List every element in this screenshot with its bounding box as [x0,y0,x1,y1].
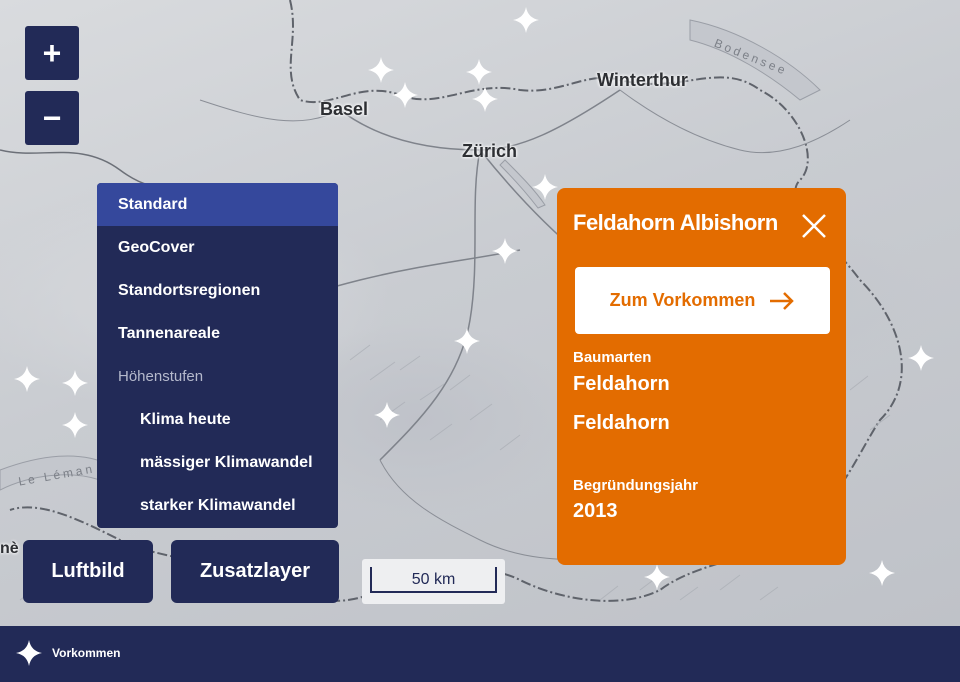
occurrence-marker[interactable] [12,364,42,394]
occurrence-marker[interactable] [470,84,500,114]
zoom-in-button[interactable]: + [25,26,79,80]
city-label-partial: nè [0,540,19,557]
close-icon[interactable] [800,212,828,240]
species-value: Feldahorn [573,412,670,434]
layer-item-tannenareale[interactable]: Tannenareale [97,312,338,355]
sparkle-star-icon [16,640,42,666]
occurrence-marker[interactable] [530,172,560,202]
legend-bar: Vorkommen [0,626,960,682]
extra-layers-button[interactable]: Zusatzlayer [171,540,339,603]
city-label-basel: Basel [320,99,369,119]
layer-item-geocover[interactable]: GeoCover [97,226,338,269]
aerial-view-button[interactable]: Luftbild [23,540,153,603]
layer-item-standortsregionen[interactable]: Standortsregionen [97,269,338,312]
scale-label: 50 km [411,571,456,588]
goto-occurrence-label: Zum Vorkommen [609,290,756,310]
occurrence-popup: Feldahorn Albishorn Zum Vorkommen Baumar… [557,188,846,565]
layer-menu: Standard GeoCover Standortsregionen Tann… [97,183,338,528]
legend-label: Vorkommen [52,646,121,660]
occurrence-marker[interactable] [390,80,420,110]
layer-item-klima-heute[interactable]: Klima heute [97,398,338,441]
species-value: Feldahorn [573,373,670,395]
species-label: Baumarten [573,349,652,366]
arrow-right-icon [770,291,795,310]
city-label-zurich: Zürich [462,141,518,161]
occurrence-marker[interactable] [906,343,936,373]
occurrence-marker[interactable] [372,400,402,430]
occurrence-marker[interactable] [60,368,90,398]
zoom-out-button[interactable]: − [25,91,79,145]
layer-item-standard[interactable]: Standard [97,183,338,226]
year-label: Begründungsjahr [573,477,699,494]
occurrence-marker[interactable] [464,57,494,87]
occurrence-marker[interactable] [867,558,897,588]
layer-group-hoehenstufen: Höhenstufen [118,368,204,385]
occurrence-marker[interactable] [60,410,90,440]
goto-occurrence-button[interactable]: Zum Vorkommen [575,267,830,334]
year-value: 2013 [573,500,618,522]
scale-bar: 50 km [362,559,505,604]
city-label-winterthur: Winterthur [597,70,688,90]
layer-item-starker-klimawandel[interactable]: starker Klimawandel [97,484,338,527]
occurrence-marker[interactable] [511,5,541,35]
occurrence-marker[interactable] [452,326,482,356]
occurrence-marker[interactable] [490,236,520,266]
occurrence-marker[interactable] [642,562,672,592]
layer-item-maessiger-klimawandel[interactable]: mässiger Klimawandel [97,441,338,484]
popup-title: Feldahorn Albishorn [573,210,778,235]
